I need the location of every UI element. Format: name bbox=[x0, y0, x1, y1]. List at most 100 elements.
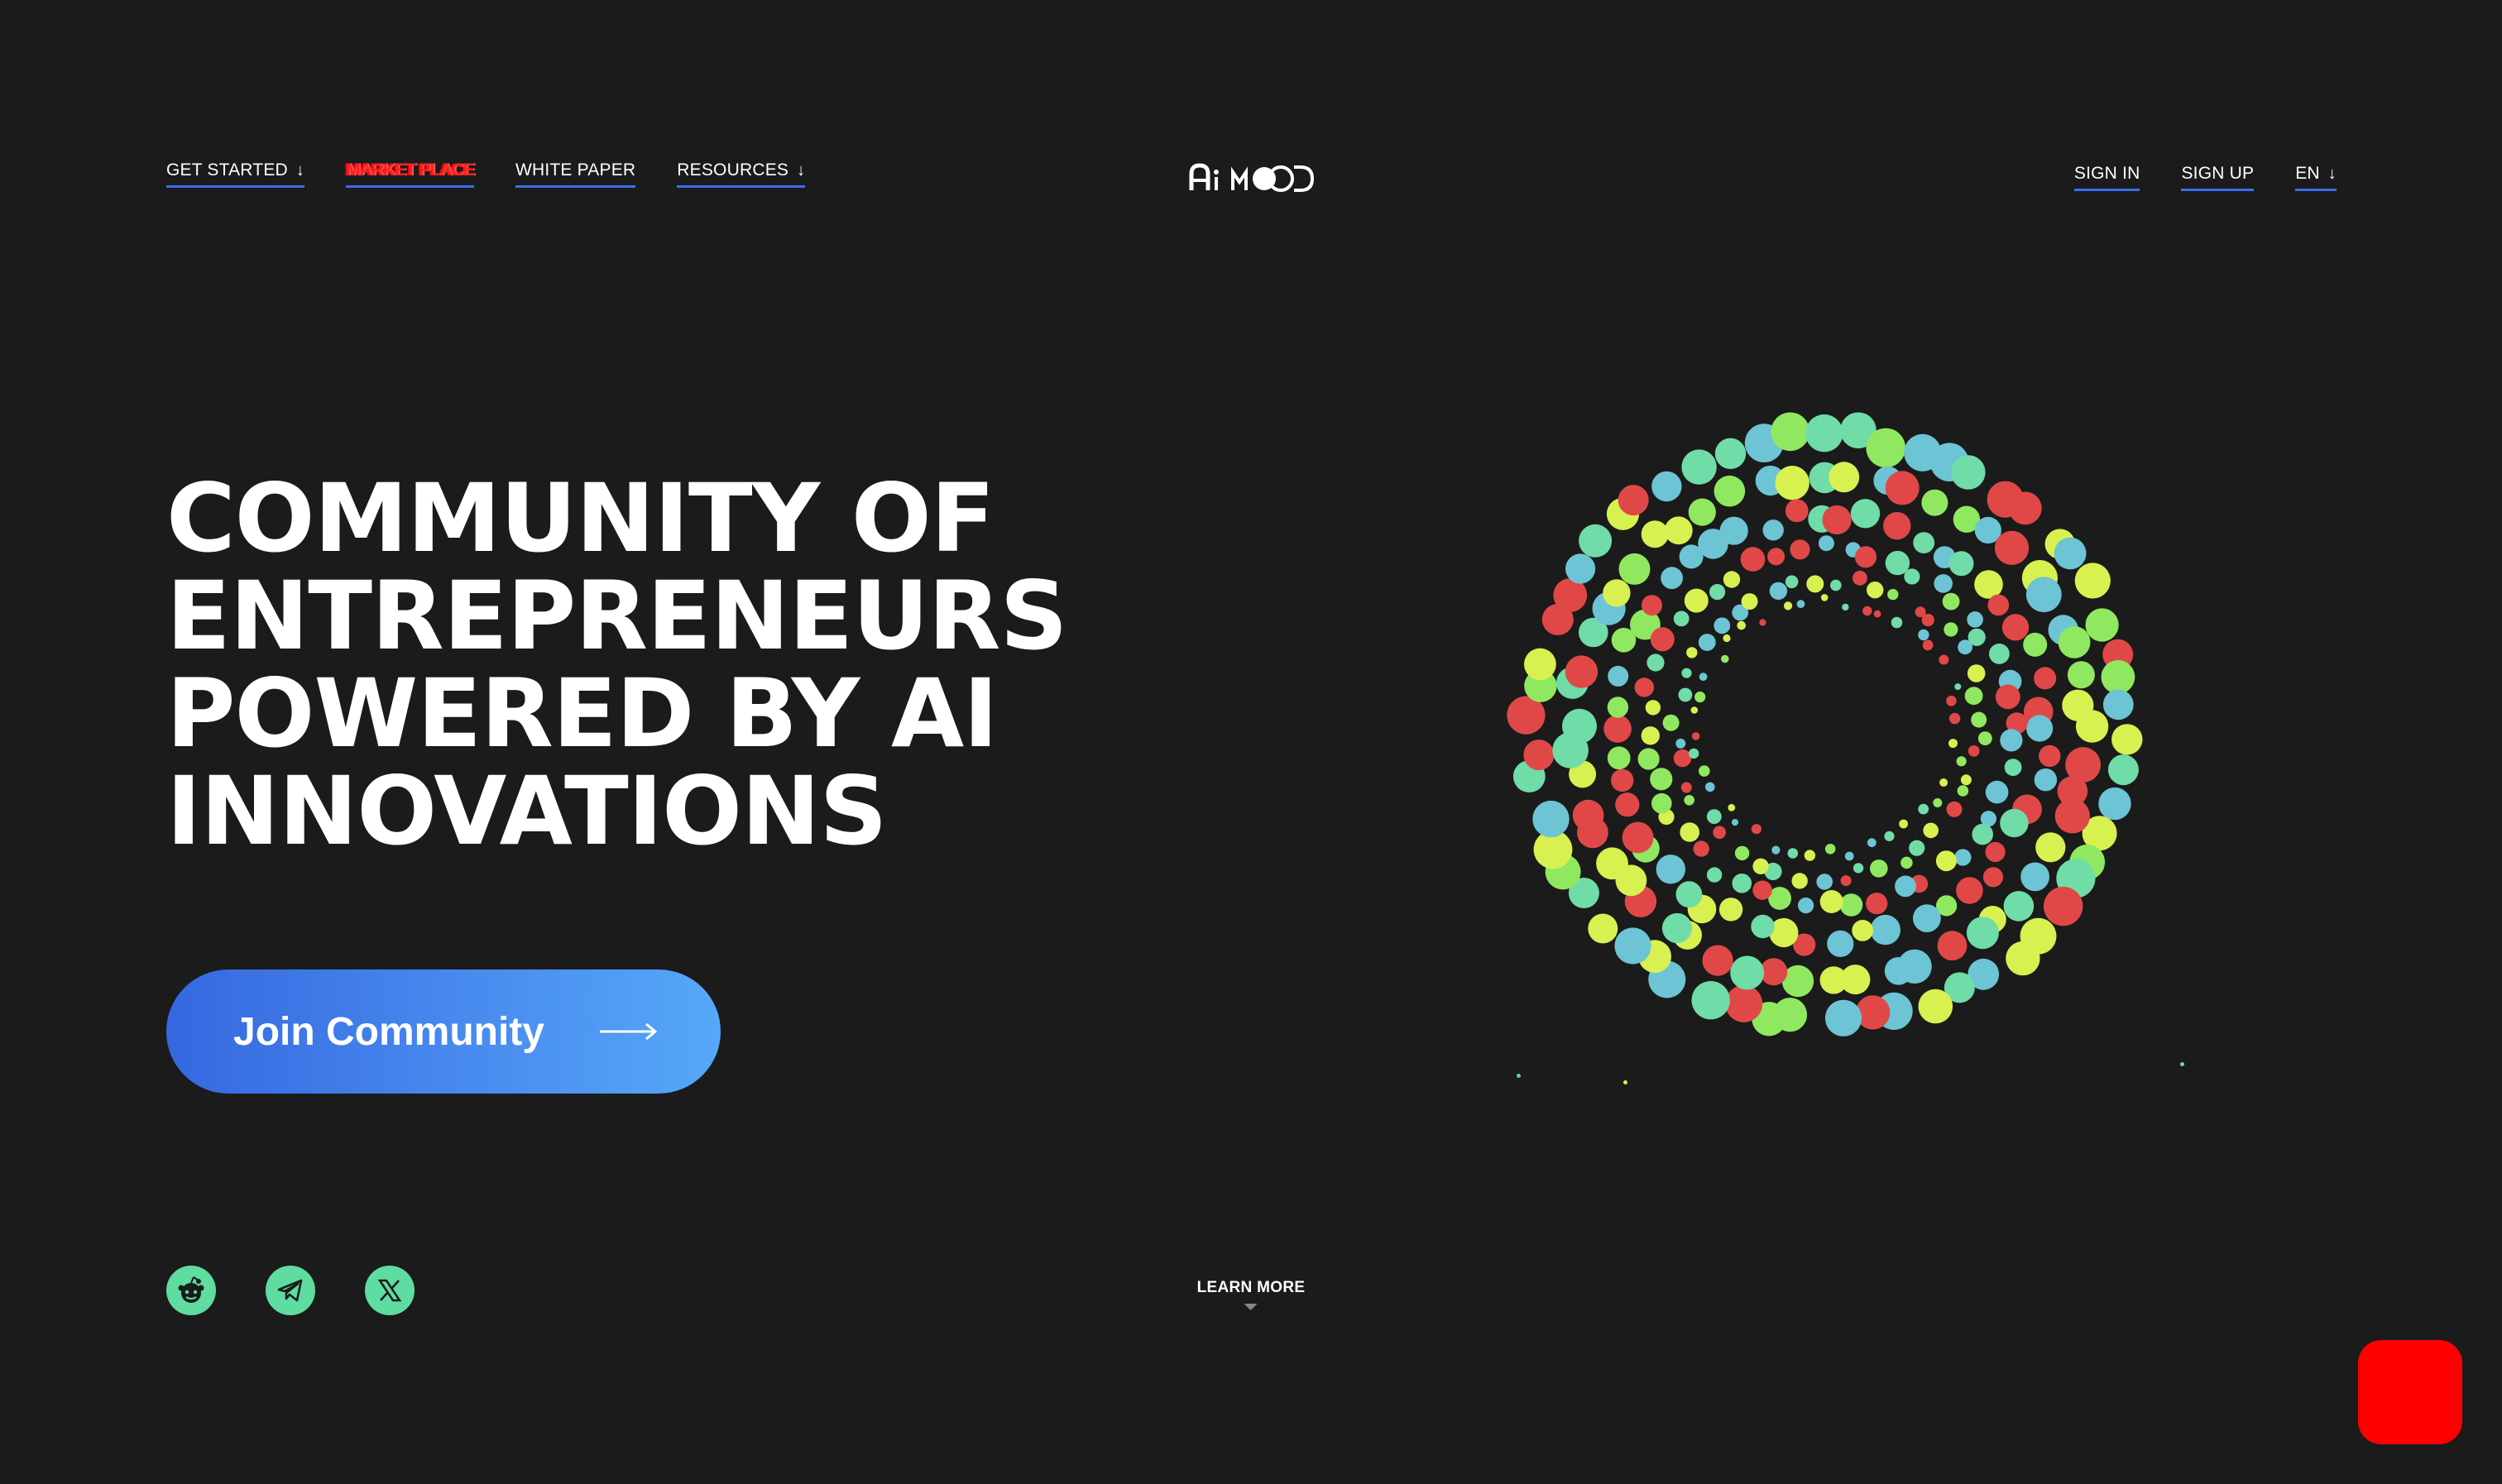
decorative-dot bbox=[1805, 414, 1843, 452]
decorative-dot bbox=[1681, 449, 1717, 485]
x-icon bbox=[377, 1279, 402, 1302]
decorative-dot bbox=[1689, 748, 1699, 759]
decorative-dot bbox=[1680, 782, 1692, 793]
decorative-dot bbox=[1675, 881, 1703, 908]
decorative-dot bbox=[1873, 610, 1881, 618]
decorative-dot bbox=[2098, 787, 2131, 821]
nav-white-paper-label: WHITE PAPER bbox=[515, 160, 636, 180]
decorative-dot bbox=[2000, 808, 2029, 838]
sign-in-link[interactable]: SIGN IN bbox=[2073, 164, 2140, 191]
decorative-dot bbox=[1706, 809, 1722, 824]
decorative-dot bbox=[1951, 455, 1986, 490]
nav-resources[interactable]: RESOURCES ↓ bbox=[677, 160, 806, 188]
decorative-dot bbox=[1840, 875, 1852, 887]
decorative-dot bbox=[1957, 785, 1969, 797]
decorative-speck bbox=[1623, 1080, 1627, 1084]
decorative-dot bbox=[1751, 914, 1775, 939]
decorative-dot bbox=[1870, 859, 1888, 878]
decorative-dot bbox=[1884, 831, 1895, 842]
x-link[interactable] bbox=[365, 1266, 415, 1315]
decorative-dot bbox=[1946, 801, 1963, 817]
decorative-dot bbox=[1615, 792, 1640, 817]
decorative-dot bbox=[2003, 891, 2035, 922]
decorative-dot bbox=[1752, 858, 1769, 874]
language-label: EN bbox=[2295, 164, 2320, 183]
decorative-dot bbox=[1966, 917, 1999, 950]
decorative-dot bbox=[1884, 957, 1913, 985]
decorative-dot bbox=[1650, 768, 1673, 791]
decorative-dot bbox=[1686, 647, 1698, 658]
logo-mark bbox=[1189, 163, 1315, 192]
decorative-dot bbox=[1850, 499, 1881, 529]
decorative-dot bbox=[1937, 931, 1968, 961]
decorative-dot bbox=[1866, 428, 1905, 468]
nav-get-started[interactable]: GET STARTED ↓ bbox=[166, 160, 305, 188]
language-selector[interactable]: EN ↓ bbox=[2295, 164, 2337, 191]
decorative-dot bbox=[1767, 548, 1785, 566]
decorative-dot bbox=[1641, 520, 1669, 548]
reddit-link[interactable] bbox=[166, 1266, 216, 1315]
decorative-dot bbox=[1694, 692, 1706, 703]
arrow-down-icon: ↓ bbox=[797, 161, 806, 180]
decorative-dot bbox=[1796, 600, 1805, 609]
decorative-dot bbox=[2025, 577, 2062, 613]
decorative-dot bbox=[1702, 945, 1733, 976]
decorative-dot bbox=[1913, 904, 1941, 932]
decorative-dot bbox=[1956, 756, 1967, 767]
decorative-dot bbox=[1651, 471, 1682, 502]
decorative-dot bbox=[1691, 981, 1730, 1020]
decorative-dot bbox=[1642, 595, 1662, 616]
decorative-dot bbox=[1771, 845, 1781, 854]
decorative-dot bbox=[1904, 568, 1920, 585]
learn-more-link[interactable]: LEARN MORE bbox=[1197, 1279, 1306, 1310]
chat-widget-button[interactable] bbox=[2358, 1340, 2462, 1444]
decorative-dot bbox=[1844, 851, 1854, 861]
decorative-dot bbox=[1607, 746, 1631, 770]
join-community-label: Join Community bbox=[233, 1009, 545, 1054]
decorative-dot bbox=[1900, 856, 1913, 869]
decorative-dot bbox=[1532, 800, 1570, 838]
decorative-dot bbox=[1939, 654, 1949, 665]
decorative-dot bbox=[1918, 989, 1953, 1024]
aimood-logo[interactable] bbox=[1188, 160, 1315, 194]
telegram-link[interactable] bbox=[266, 1266, 315, 1315]
nav-market-place[interactable]: MARKET PLACE bbox=[346, 160, 475, 188]
decorative-dot bbox=[1714, 475, 1746, 507]
decorative-dot bbox=[1948, 712, 1961, 725]
decorative-dot bbox=[1824, 999, 1862, 1036]
decorative-dot bbox=[1816, 874, 1833, 890]
decorative-dot bbox=[1607, 697, 1629, 718]
decorative-dot bbox=[1752, 880, 1772, 900]
decorative-speck bbox=[1517, 1074, 1521, 1078]
decorative-dot bbox=[1982, 867, 2004, 888]
nav-white-paper[interactable]: WHITE PAPER bbox=[515, 160, 636, 188]
decorative-dot bbox=[1730, 955, 1765, 990]
decorative-dot bbox=[1603, 715, 1632, 743]
sign-up-label: SIGN UP bbox=[2181, 164, 2255, 183]
account-nav: SIGN IN SIGN UP EN ↓ bbox=[2073, 164, 2337, 191]
decorative-dot bbox=[1572, 799, 1604, 831]
hero-title-line: ENTREPRENEURS bbox=[166, 561, 1068, 671]
decorative-dot bbox=[1935, 850, 1957, 872]
decorative-dot bbox=[1718, 898, 1743, 922]
decorative-dot bbox=[1790, 539, 1810, 560]
decorative-dot bbox=[1967, 611, 1983, 628]
decorative-dot bbox=[1853, 863, 1864, 874]
decorative-dot bbox=[2039, 744, 2061, 768]
decorative-dot bbox=[2102, 689, 2134, 720]
decorative-dot bbox=[1995, 684, 2020, 710]
sign-up-link[interactable]: SIGN UP bbox=[2181, 164, 2255, 191]
decorative-dot bbox=[1608, 665, 1629, 687]
decorative-dot bbox=[1791, 873, 1808, 889]
join-community-button[interactable]: Join Community bbox=[166, 969, 721, 1094]
decorative-speck bbox=[2180, 1062, 2184, 1066]
decorative-dot bbox=[1681, 668, 1692, 678]
decorative-dot bbox=[1731, 819, 1739, 826]
decorative-dot bbox=[1698, 634, 1716, 651]
decorative-dot bbox=[1918, 629, 1929, 641]
decorative-dot bbox=[1784, 601, 1793, 610]
decorative-dot bbox=[1737, 620, 1746, 630]
decorative-dot bbox=[1721, 654, 1729, 663]
decorative-dot bbox=[1824, 844, 1836, 854]
decorative-dot bbox=[2006, 941, 2040, 976]
